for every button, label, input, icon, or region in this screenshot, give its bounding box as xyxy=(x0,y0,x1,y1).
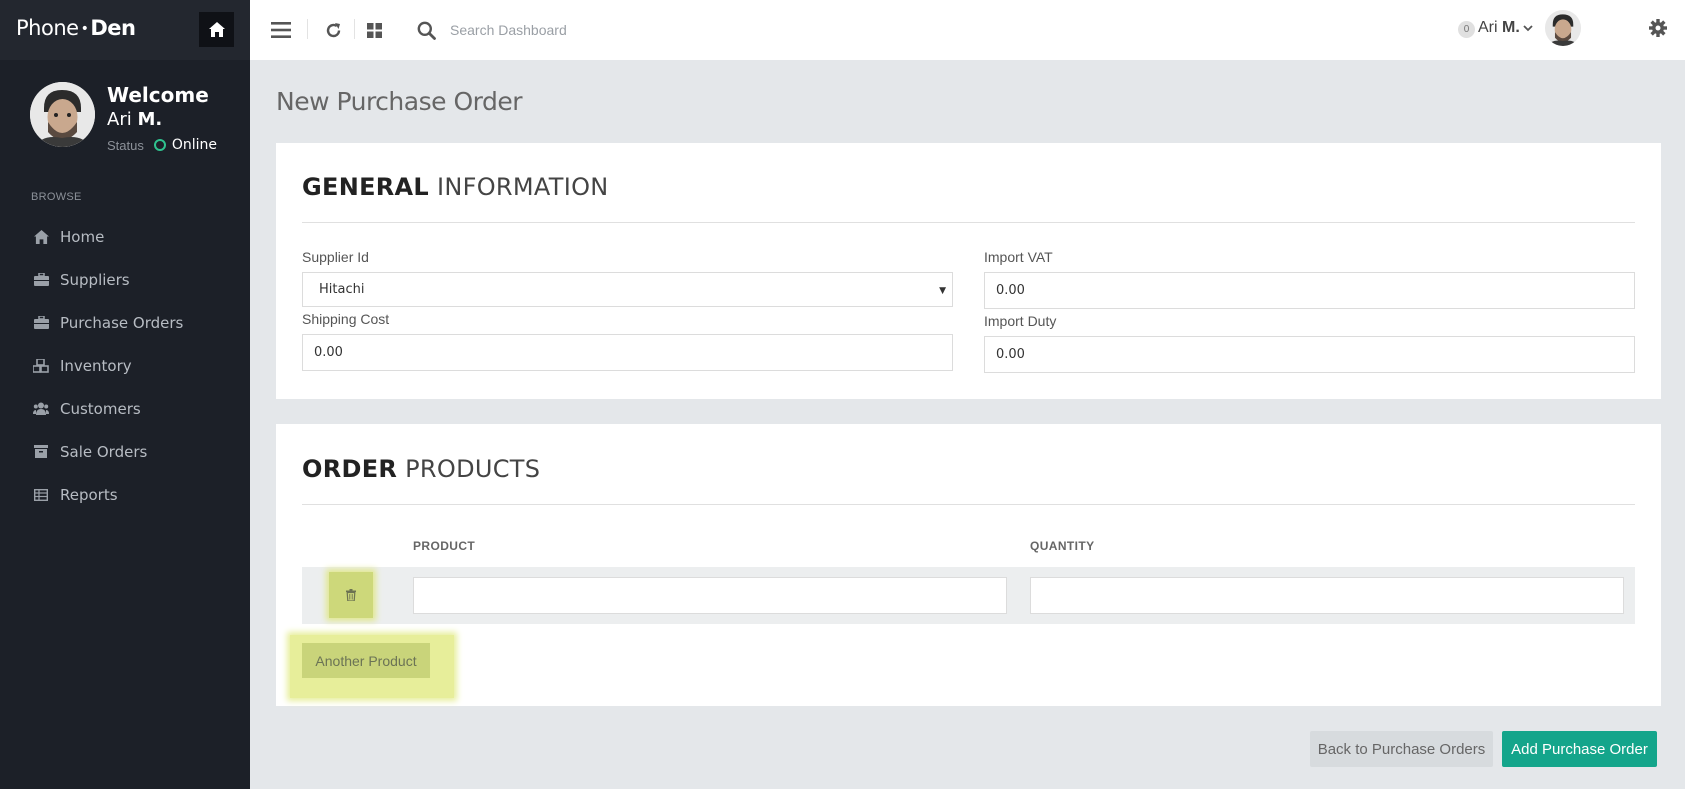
sidebar-nav: Home Suppliers Purchase Orders Inventory… xyxy=(0,215,250,516)
import-duty-value: 0.00 xyxy=(996,347,1025,362)
sidebar-item-label: Reports xyxy=(60,485,118,504)
column-header-product: PRODUCT xyxy=(413,539,476,553)
import-duty-label: Import Duty xyxy=(984,313,1057,329)
supplier-select[interactable]: Hitachi ▼ xyxy=(302,272,953,307)
search-input[interactable] xyxy=(450,16,750,44)
add-purchase-order-button[interactable]: Add Purchase Order xyxy=(1502,731,1657,767)
browse-heading: BROWSE xyxy=(31,191,82,203)
brand-bar: Phone •Den xyxy=(0,0,250,60)
status-label: Status xyxy=(107,137,144,153)
hamburger-icon xyxy=(271,22,291,38)
avatar-image-icon xyxy=(30,82,95,147)
sidebar-item-label: Inventory xyxy=(60,356,132,375)
topbar: 0 Ari M. xyxy=(250,0,1685,60)
sidebar: Phone •Den Welcome Ari M. Status Online B… xyxy=(0,0,250,789)
sidebar-item-customers[interactable]: Customers xyxy=(0,387,250,430)
table-row xyxy=(302,567,1635,624)
notification-badge[interactable]: 0 xyxy=(1458,21,1475,38)
menu-toggle-button[interactable] xyxy=(269,18,293,42)
avatar[interactable] xyxy=(30,82,95,147)
grid-view-button[interactable] xyxy=(362,18,386,42)
welcome-text: Welcome xyxy=(107,83,209,107)
quantity-input[interactable] xyxy=(1030,577,1624,614)
import-vat-input[interactable]: 0.00 xyxy=(984,272,1635,309)
back-to-purchase-orders-button[interactable]: Back to Purchase Orders xyxy=(1310,731,1493,767)
order-products-panel: ORDER PRODUCTS PRODUCT QUANTITY Another … xyxy=(276,424,1661,706)
sidebar-item-inventory[interactable]: Inventory xyxy=(0,344,250,387)
refresh-button[interactable] xyxy=(321,18,345,42)
import-vat-value: 0.00 xyxy=(996,283,1025,298)
sidebar-item-label: Home xyxy=(60,227,105,246)
sidebar-item-label: Customers xyxy=(60,399,141,418)
status-value: Online xyxy=(171,137,218,153)
home-icon xyxy=(208,22,225,37)
avatar-image-icon xyxy=(1545,10,1581,46)
panel-title-light: INFORMATION xyxy=(436,173,609,201)
page-title: New Purchase Order xyxy=(276,87,523,116)
users-icon xyxy=(33,401,49,417)
brand-logo[interactable]: Phone •Den xyxy=(16,16,136,40)
last-initial: M. xyxy=(137,109,163,130)
online-status-icon xyxy=(153,139,166,151)
user-first-name: Ari xyxy=(1478,19,1498,36)
another-product-button[interactable]: Another Product xyxy=(302,643,430,678)
product-input[interactable] xyxy=(413,577,1007,614)
brand-separator: • xyxy=(80,21,89,37)
sidebar-item-label: Suppliers xyxy=(60,270,130,289)
supplier-selected-value: Hitachi xyxy=(319,282,365,297)
trash-icon xyxy=(346,589,356,601)
archive-icon xyxy=(33,444,49,460)
dropdown-arrow-icon: ▼ xyxy=(939,286,946,296)
column-header-quantity: QUANTITY xyxy=(1030,539,1095,553)
shipping-cost-input[interactable]: 0.00 xyxy=(302,334,953,371)
shipping-cost-value: 0.00 xyxy=(314,345,343,360)
panel-title-strong: GENERAL xyxy=(302,173,430,201)
panel-title-light: PRODUCTS xyxy=(405,455,541,483)
gear-icon[interactable] xyxy=(1648,18,1668,38)
search-button[interactable] xyxy=(414,18,438,42)
supplier-label: Supplier Id xyxy=(302,249,369,265)
user-menu-name[interactable]: Ari M. xyxy=(1478,19,1520,37)
shipping-cost-label: Shipping Cost xyxy=(302,311,390,327)
refresh-icon xyxy=(326,22,340,37)
sidebar-item-label: Sale Orders xyxy=(60,442,148,461)
status-row: Status Online xyxy=(107,137,217,153)
another-product-highlight: Another Product xyxy=(290,635,454,698)
briefcase-icon xyxy=(33,272,49,288)
panel-title: ORDER PRODUCTS xyxy=(302,455,540,483)
sidebar-item-home[interactable]: Home xyxy=(0,215,250,258)
panel-title: GENERAL INFORMATION xyxy=(302,173,609,201)
sidebar-item-suppliers[interactable]: Suppliers xyxy=(0,258,250,301)
topbar-divider xyxy=(307,19,308,39)
brand-part2: Den xyxy=(90,16,136,40)
general-information-panel: GENERAL INFORMATION Supplier Id Hitachi … xyxy=(276,143,1661,399)
user-avatar[interactable] xyxy=(1545,10,1581,46)
panel-title-strong: ORDER xyxy=(302,455,398,483)
sidebar-item-label: Purchase Orders xyxy=(60,313,184,332)
chevron-down-icon[interactable] xyxy=(1522,22,1534,34)
sidebar-item-reports[interactable]: Reports xyxy=(0,473,250,516)
topbar-divider xyxy=(354,19,355,39)
import-duty-input[interactable]: 0.00 xyxy=(984,336,1635,373)
panel-divider xyxy=(302,504,1635,505)
sidebar-item-purchase-orders[interactable]: Purchase Orders xyxy=(0,301,250,344)
import-vat-label: Import VAT xyxy=(984,249,1053,265)
user-last-initial: M. xyxy=(1502,19,1520,36)
sidebar-item-sale-orders[interactable]: Sale Orders xyxy=(0,430,250,473)
home-icon xyxy=(33,229,49,245)
panel-divider xyxy=(302,222,1635,223)
grid-icon xyxy=(366,22,382,38)
search-icon xyxy=(417,21,436,40)
profile-card: Welcome Ari M. Status Online xyxy=(30,82,245,157)
brand-part1: Phone xyxy=(16,16,79,40)
first-name: Ari xyxy=(107,109,132,130)
remove-product-button[interactable] xyxy=(329,572,373,618)
table-icon xyxy=(33,487,49,503)
home-button[interactable] xyxy=(199,12,234,47)
briefcase-icon xyxy=(33,315,49,331)
cubes-icon xyxy=(33,358,49,374)
welcome-name: Ari M. xyxy=(107,108,162,132)
